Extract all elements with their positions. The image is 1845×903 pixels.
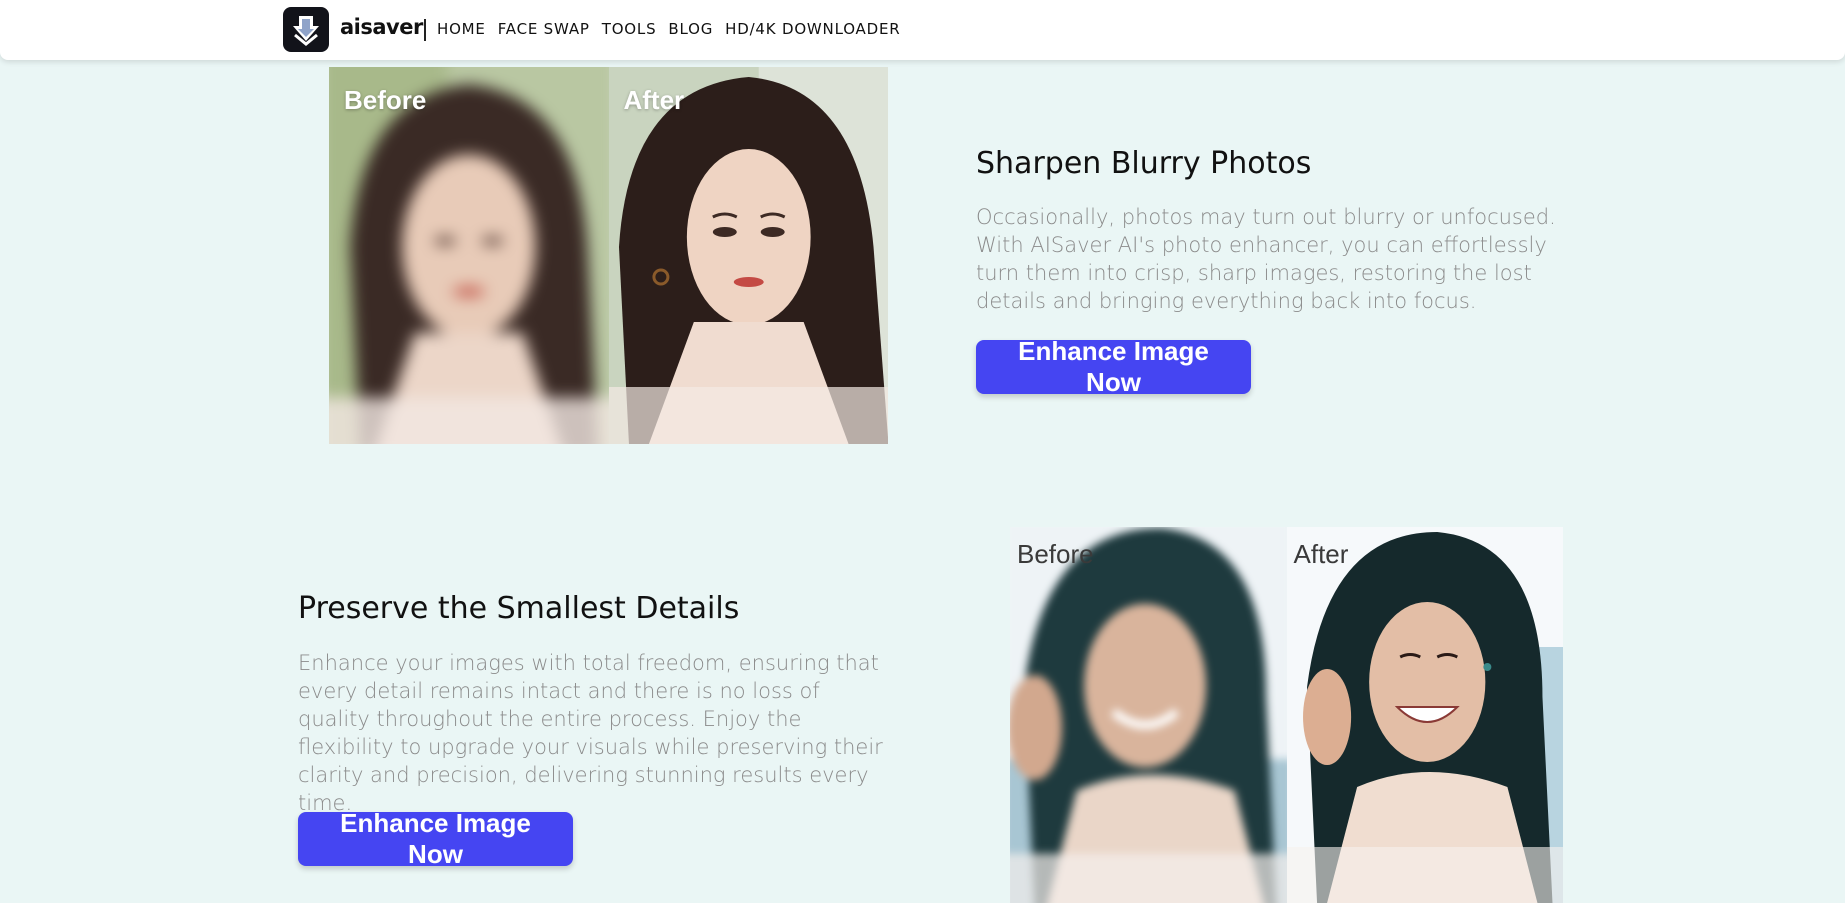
before-image-pane: Before [1010, 527, 1287, 903]
section-description-sharpen: Occasionally, photos may turn out blurry… [976, 205, 1556, 313]
after-image-pane: After [608, 67, 888, 444]
aisaver-logo-icon[interactable] [283, 7, 329, 52]
nav-home[interactable]: HOME [437, 20, 486, 38]
top-nav-bar: aisaver HOME FACE SWAP TOOLS BLOG HD/4K … [0, 0, 1845, 60]
section-title-preserve: Preserve the Smallest Details [298, 590, 740, 626]
after-image-pane: After [1286, 527, 1563, 903]
enhance-image-now-button-2[interactable]: Enhance Image Now [298, 808, 573, 869]
after-label: After [1293, 539, 1349, 569]
brand-name[interactable]: aisaver [340, 15, 423, 39]
before-image-pane: Before [329, 67, 609, 444]
sharpen-before-after-image: Before After [329, 67, 888, 444]
smiling-woman-blurred [1010, 527, 1287, 903]
after-label: After [623, 85, 685, 115]
nav-tools[interactable]: TOOLS [602, 20, 657, 38]
nav-hd-4k-downloader[interactable]: HD/4K DOWNLOADER [725, 20, 900, 38]
nav-divider [424, 19, 426, 41]
main-nav: HOME FACE SWAP TOOLS BLOG HD/4K DOWNLOAD… [437, 20, 900, 38]
nav-blog[interactable]: BLOG [668, 20, 713, 38]
woman-portrait-blurred [329, 67, 609, 444]
section-description-preserve: Enhance your images with total freedom, … [298, 651, 883, 815]
before-label: Before [344, 85, 427, 115]
smiling-woman-sharp [1286, 527, 1563, 903]
details-before-after-image: Before After [1010, 527, 1563, 903]
section-title-sharpen: Sharpen Blurry Photos [976, 145, 1312, 181]
nav-face-swap[interactable]: FACE SWAP [498, 20, 590, 38]
enhance-image-now-button[interactable]: Enhance Image Now [976, 336, 1251, 397]
woman-portrait-sharp [608, 67, 888, 444]
before-label: Before [1017, 539, 1094, 569]
